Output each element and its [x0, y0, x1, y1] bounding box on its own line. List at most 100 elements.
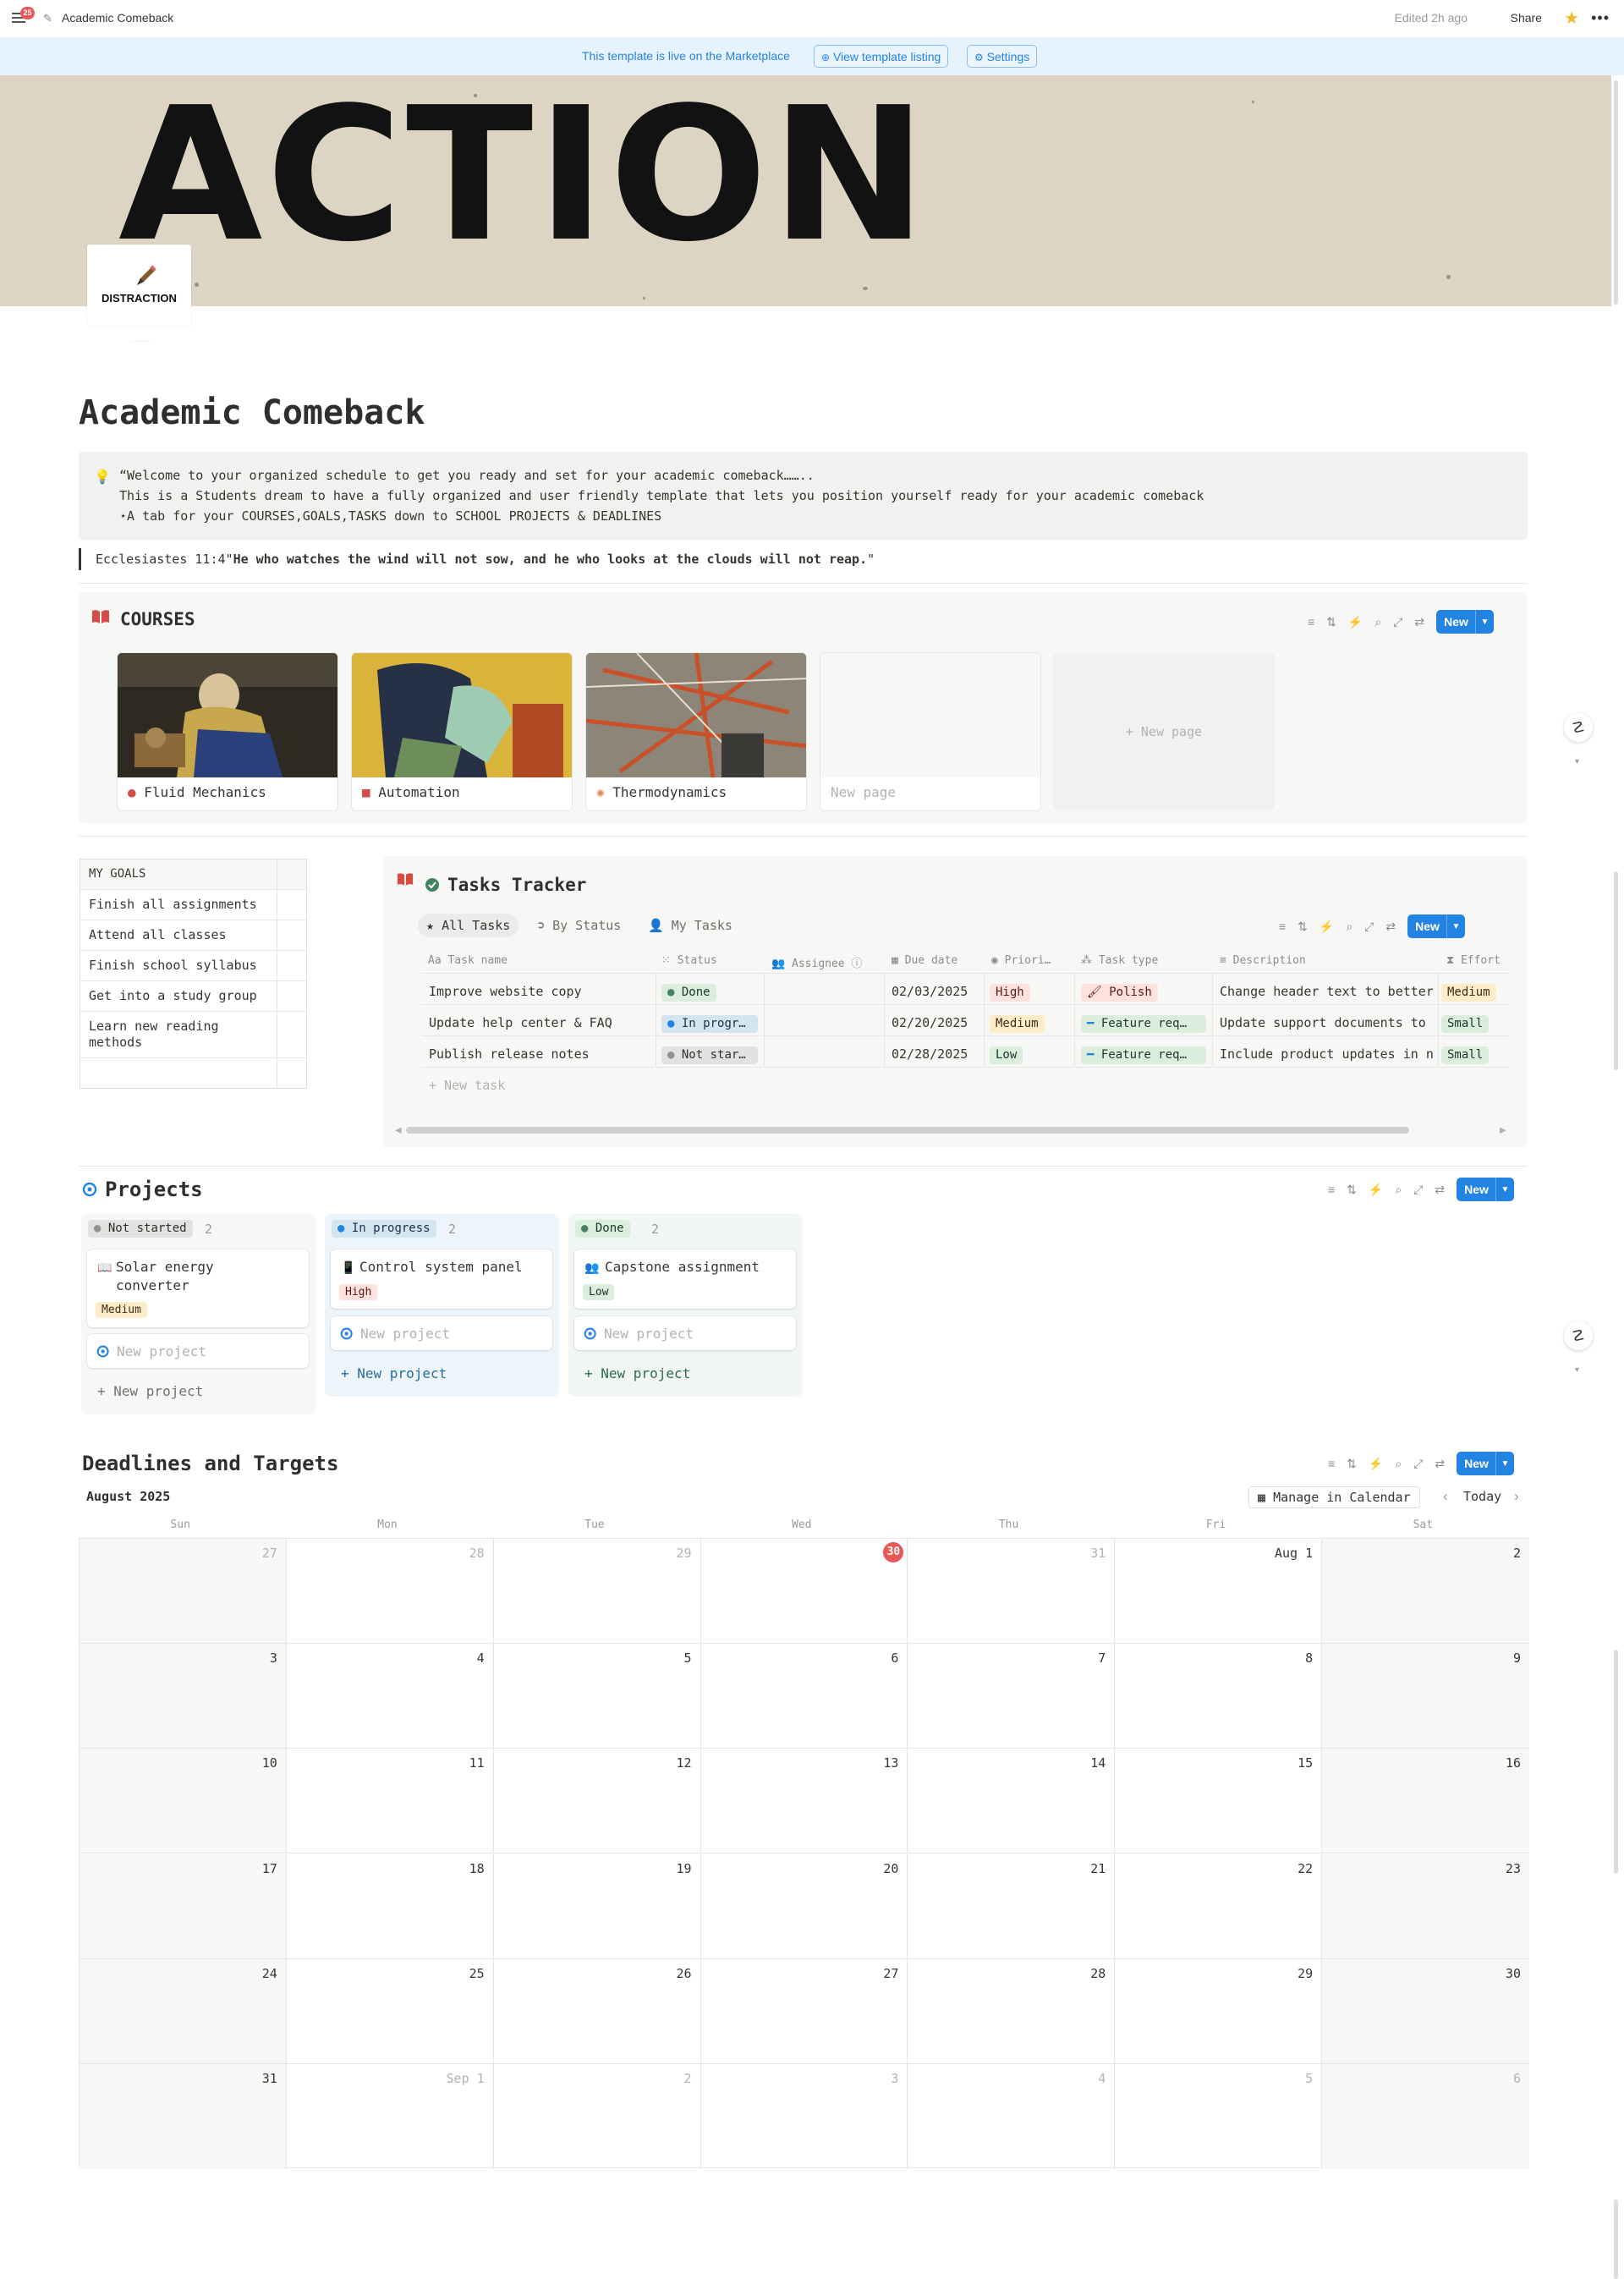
filter-icon[interactable]: ≡ [1279, 920, 1286, 933]
page-icon[interactable]: DISTRACTION ··········· [87, 244, 191, 344]
due-date-cell[interactable]: 02/20/2025 [892, 1015, 968, 1030]
courses-new-button[interactable]: New ▼ [1436, 610, 1494, 634]
column-header-task-name[interactable]: Aa Task name [428, 954, 508, 967]
welcome-callout[interactable]: 💡 “Welcome to your organized schedule to… [79, 452, 1528, 540]
calendar-day-cell[interactable]: 27 [700, 1958, 908, 2064]
filter-icon[interactable]: ≡ [1328, 1457, 1335, 1470]
next-month-icon[interactable]: › [1514, 1488, 1519, 1505]
priority-badge[interactable]: Low [990, 1046, 1023, 1064]
calendar-day-cell[interactable]: 19 [493, 1853, 701, 1959]
new-project-card[interactable]: New project [331, 1316, 552, 1350]
goal-cell[interactable] [277, 920, 306, 950]
effort-badge[interactable]: Medium [1441, 984, 1496, 1002]
sort-icon[interactable]: ⇅ [1347, 1183, 1357, 1197]
expand-icon[interactable]: ⤢ [1393, 615, 1402, 629]
calendar-day-cell[interactable]: Aug 1 [1115, 1539, 1323, 1645]
calendar-day-cell[interactable]: 6 [700, 1644, 908, 1749]
chevron-down-icon[interactable]: ▼ [1446, 914, 1465, 938]
calendar-day-cell[interactable]: 13 [700, 1749, 908, 1854]
goal-cell[interactable] [277, 890, 306, 920]
calendar-day-cell[interactable]: 20 [700, 1853, 908, 1959]
calendar-day-cell[interactable]: 11 [286, 1749, 494, 1854]
today-button[interactable]: Today [1463, 1489, 1501, 1504]
column-header-task-type[interactable]: ⁂ Task type [1081, 954, 1158, 967]
horizontal-scrollbar[interactable] [406, 1127, 1409, 1134]
calendar-day-cell[interactable]: 18 [286, 1853, 494, 1959]
manage-in-calendar-button[interactable]: ▦ Manage in Calendar [1248, 1486, 1420, 1508]
due-date-cell[interactable]: 02/28/2025 [892, 1046, 968, 1062]
calendar-day-cell[interactable]: 10 [80, 1749, 287, 1854]
column-header-description[interactable]: ≡ Description [1220, 954, 1306, 967]
calendar-day-cell[interactable]: 12 [493, 1749, 701, 1854]
calendar-day-cell[interactable]: 31 [80, 2063, 287, 2169]
project-card[interactable]: 📱 Control system panel High [331, 1249, 552, 1309]
chevron-down-icon[interactable]: ▼ [1495, 1452, 1514, 1475]
projects-title[interactable]: Projects [105, 1178, 203, 1201]
calendar-day-cell[interactable]: 17 [80, 1853, 287, 1959]
goal-empty-cell[interactable] [80, 1058, 277, 1088]
expand-icon[interactable]: ⤢ [1413, 1457, 1423, 1471]
project-card[interactable]: 👥 Capstone assignment Low [574, 1249, 796, 1309]
due-date-cell[interactable]: 02/03/2025 [892, 984, 968, 999]
search-icon[interactable]: ⌕ [1395, 1183, 1402, 1197]
priority-badge[interactable]: Medium [990, 1015, 1045, 1033]
new-project-card[interactable]: New project [87, 1334, 309, 1368]
column-header-effort[interactable]: ⧗ Effort [1446, 954, 1501, 967]
column-status-badge[interactable]: ● In progress [332, 1220, 436, 1238]
course-card[interactable]: ● Fluid Mechanics [117, 652, 338, 811]
calendar-day-cell[interactable]: 26 [493, 1958, 701, 2064]
filter-icon[interactable]: ≡ [1308, 615, 1314, 629]
settings-sliders-icon[interactable]: ⇄ [1414, 615, 1424, 629]
calendar-day-cell[interactable]: 28 [908, 1958, 1116, 2064]
add-project-button[interactable]: + New project [584, 1365, 690, 1381]
view-tab-all-tasks[interactable]: ★ All Tasks [418, 914, 519, 937]
course-card-empty[interactable]: New page [820, 652, 1041, 811]
calendar-day-cell[interactable]: 16 [1322, 1749, 1529, 1854]
task-type-badge[interactable]: ━ Feature req… [1081, 1046, 1206, 1064]
automation-icon[interactable]: ⚡ [1348, 615, 1363, 629]
view-tab-my-tasks[interactable]: 👤 My Tasks [648, 918, 732, 933]
settings-sliders-icon[interactable]: ⇄ [1435, 1183, 1445, 1197]
deadlines-title[interactable]: Deadlines and Targets [82, 1452, 338, 1475]
chevron-down-icon[interactable]: ▾ [1575, 1365, 1579, 1375]
goal-text[interactable]: Finish all assignments [80, 890, 277, 920]
task-name-cell[interactable]: Update help center & FAQ [429, 1015, 653, 1030]
more-options-icon[interactable]: ••• [1591, 9, 1610, 27]
search-icon[interactable]: ⌕ [1374, 615, 1381, 629]
scroll-left-icon[interactable]: ◀ [395, 1126, 402, 1135]
priority-badge[interactable]: High [990, 984, 1030, 1002]
notification-badge[interactable]: 25 [20, 7, 35, 19]
scroll-right-icon[interactable]: ▶ [1500, 1126, 1506, 1135]
goal-cell[interactable] [277, 1058, 306, 1088]
automation-icon[interactable]: ⚡ [1369, 1183, 1383, 1197]
calendar-day-cell[interactable]: 14 [908, 1749, 1116, 1854]
status-badge[interactable]: ● Not star… [661, 1046, 758, 1064]
breadcrumb[interactable]: Academic Comeback [62, 11, 173, 25]
priority-badge[interactable]: Medium [96, 1302, 147, 1318]
task-name-cell[interactable]: Improve website copy [429, 984, 653, 999]
calendar-day-cell[interactable]: 4 [908, 2063, 1116, 2169]
previous-month-icon[interactable]: ‹ [1443, 1488, 1448, 1505]
new-task-button[interactable]: + New task [429, 1078, 505, 1093]
calendar-day-cell[interactable]: 30 [700, 1539, 908, 1645]
status-badge[interactable]: ● Done [661, 984, 716, 1002]
calendar-day-cell[interactable]: 21 [908, 1853, 1116, 1959]
settings-sliders-icon[interactable]: ⇄ [1385, 920, 1396, 934]
add-project-button[interactable]: + New project [97, 1383, 203, 1399]
search-icon[interactable]: ⌕ [1346, 920, 1352, 934]
deadlines-new-button[interactable]: New ▼ [1457, 1452, 1514, 1475]
description-cell[interactable]: Update support documents to [1220, 1015, 1438, 1030]
automation-icon[interactable]: ⚡ [1320, 920, 1334, 934]
effort-badge[interactable]: Small [1441, 1046, 1490, 1064]
calendar-day-cell[interactable]: 24 [80, 1958, 287, 2064]
priority-badge[interactable]: Low [583, 1284, 615, 1300]
page-title[interactable]: Academic Comeback [79, 393, 425, 432]
goal-cell[interactable] [277, 951, 306, 980]
tasks-title[interactable]: Tasks Tracker [447, 875, 586, 895]
task-type-badge[interactable]: 🖌 Polish [1081, 984, 1158, 1002]
scrollbar-thumb-3[interactable] [1614, 1650, 1618, 1874]
scrollbar-thumb[interactable] [1614, 80, 1618, 305]
goals-header[interactable]: MY GOALS [80, 859, 277, 889]
effort-badge[interactable]: Small [1441, 1015, 1490, 1033]
scrollbar-thumb-4[interactable] [1614, 2199, 1618, 2279]
